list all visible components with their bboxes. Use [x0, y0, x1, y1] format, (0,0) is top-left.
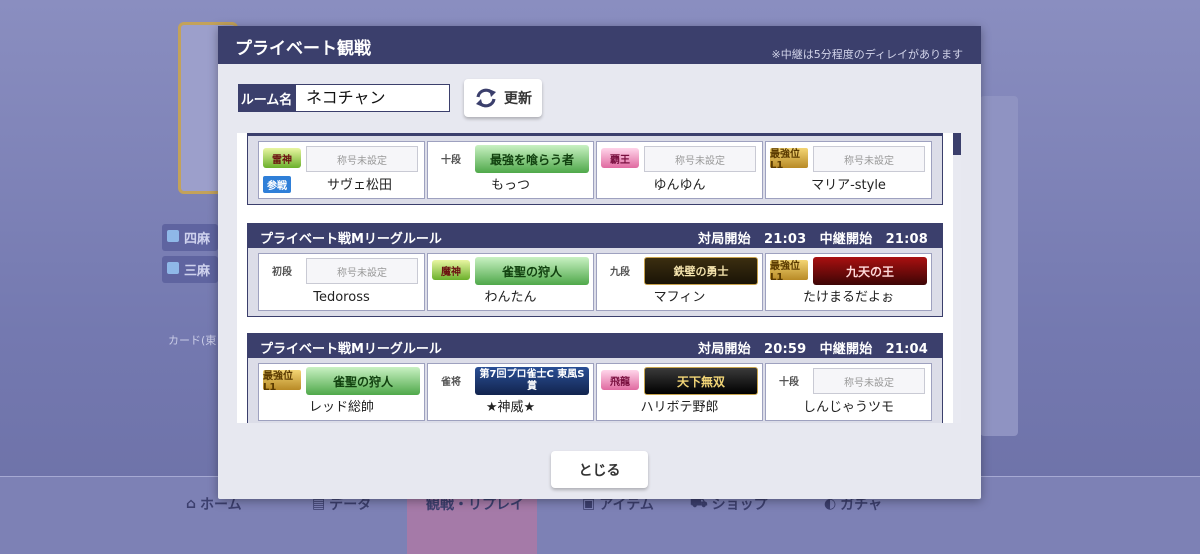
title-badge: 最強を喰らう者	[475, 145, 589, 173]
match-time: 対局開始 21:03 中継開始 21:08	[698, 232, 928, 247]
match-header: プライベート戦Mリーグルール 対局開始 20:59 中継開始 21:04	[248, 334, 942, 358]
player-slot: 雀将 第7回プロ雀士C 東風S賞 ★神威★	[427, 363, 594, 421]
player-slot: 最強位 L1 九天の王 たけまるだよぉ	[765, 253, 932, 311]
title-badge: 第7回プロ雀士C 東風S賞	[475, 367, 589, 395]
player-name: Tedoross	[313, 290, 370, 305]
match-list[interactable]: 雷神 称号未設定 参戦 サヴェ松田 十段 最強を喰らう者 もっつ 覇王 称号未設…	[237, 133, 961, 423]
title-badge: 雀聖の狩人	[306, 367, 420, 395]
title-badge: 天下無双	[644, 367, 758, 395]
player-slot: 覇王 称号未設定 ゆんゆん	[596, 141, 763, 199]
rank-badge: 最強位 L1	[770, 148, 808, 171]
background-right-panel	[980, 96, 1018, 436]
modal-header: プライベート観戦 ※中継は5分程度のディレイがあります	[218, 26, 981, 64]
participating-badge: 参戦	[263, 176, 291, 193]
player-name: わんたん	[484, 290, 537, 305]
room-name-label: ルーム名	[238, 84, 295, 112]
title-unset: 称号未設定	[644, 146, 756, 172]
rank-badge: 十段	[779, 376, 799, 388]
rank-badge: 雀将	[441, 376, 461, 388]
player-name: サヴェ松田	[326, 178, 392, 193]
close-button[interactable]: とじる	[551, 451, 648, 488]
rank-badge: 十段	[441, 154, 461, 166]
player-slot: 最強位 L1 称号未設定 マリア-style	[765, 141, 932, 199]
match-rule: プライベート戦Mリーグルール	[260, 232, 442, 247]
match-time: 対局開始 20:59 中継開始 21:04	[698, 342, 928, 357]
rank-badge: 最強位 L1	[770, 260, 808, 283]
refresh-button[interactable]: 更新	[464, 79, 542, 117]
player-name: マリア-style	[811, 178, 886, 193]
player-name: ★神威★	[485, 400, 536, 415]
room-name-input[interactable]: ネコチャン	[295, 84, 450, 112]
player-slot: 十段 称号未設定 しんじゃうツモ	[765, 363, 932, 421]
home-icon: ⌂	[186, 496, 197, 512]
player-slot: 飛龍 天下無双 ハリボテ野郎	[596, 363, 763, 421]
mode-sanma-pill: 三麻	[162, 256, 219, 283]
player-name: レッド総帥	[308, 400, 374, 415]
player-slot: 初段 称号未設定 Tedoross	[258, 253, 425, 311]
rank-badge: 九段	[610, 266, 630, 278]
player-row: 初段 称号未設定 Tedoross 魔神 雀聖の狩人 わんたん 九段 鉄壁の勇士…	[248, 248, 942, 316]
player-row: 雷神 称号未設定 参戦 サヴェ松田 十段 最強を喰らう者 もっつ 覇王 称号未設…	[248, 136, 942, 204]
private-spectate-modal: プライベート観戦 ※中継は5分程度のディレイがあります ルーム名 ネコチャン 更…	[218, 26, 981, 499]
rank-badge: 初段	[272, 266, 292, 278]
player-slot: 魔神 雀聖の狩人 わんたん	[427, 253, 594, 311]
player-name: マフィン	[653, 290, 706, 305]
player-slot: 九段 鉄壁の勇士 マフィン	[596, 253, 763, 311]
mode-yonma-pill: 四麻	[162, 224, 219, 251]
match-card[interactable]: プライベート戦Mリーグルール 対局開始 20:59 中継開始 21:04 最強位…	[247, 333, 943, 423]
title-unset: 称号未設定	[813, 146, 925, 172]
title-unset: 称号未設定	[306, 146, 418, 172]
match-card[interactable]: 雷神 称号未設定 参戦 サヴェ松田 十段 最強を喰らう者 もっつ 覇王 称号未設…	[247, 133, 943, 205]
match-rule: プライベート戦Mリーグルール	[260, 342, 442, 357]
rank-badge: 覇王	[601, 148, 639, 168]
rank-badge: 最強位 L1	[263, 370, 301, 393]
title-unset: 称号未設定	[306, 258, 418, 284]
player-row: 最強位 L1 雀聖の狩人 レッド総帥 雀将 第7回プロ雀士C 東風S賞 ★神威★…	[248, 358, 942, 423]
refresh-label: 更新	[504, 91, 532, 107]
match-card[interactable]: プライベート戦Mリーグルール 対局開始 21:03 中継開始 21:08 初段 …	[247, 223, 943, 317]
title-unset: 称号未設定	[813, 368, 925, 394]
player-name: ゆんゆん	[653, 178, 706, 193]
player-name: しんじゃうツモ	[802, 400, 894, 415]
title-badge: 雀聖の狩人	[475, 257, 589, 285]
modal-title: プライベート観戦	[235, 39, 371, 59]
card-label: カード(東	[168, 334, 217, 347]
scroll-thumb[interactable]	[953, 133, 961, 155]
rank-badge: 雷神	[263, 148, 301, 168]
player-name: もっつ	[490, 178, 530, 193]
refresh-icon	[476, 88, 496, 108]
title-badge: 九天の王	[813, 257, 927, 285]
delay-note: ※中継は5分程度のディレイがあります	[771, 48, 963, 61]
player-slot: 十段 最強を喰らう者 もっつ	[427, 141, 594, 199]
rank-badge: 飛龍	[601, 370, 639, 390]
player-slot: 最強位 L1 雀聖の狩人 レッド総帥	[258, 363, 425, 421]
player-name: たけまるだよぉ	[802, 290, 894, 305]
title-badge: 鉄壁の勇士	[644, 257, 758, 285]
match-header: プライベート戦Mリーグルール 対局開始 21:03 中継開始 21:08	[248, 224, 942, 248]
player-slot: 雷神 称号未設定 参戦 サヴェ松田	[258, 141, 425, 199]
player-name: ハリボテ野郎	[640, 400, 719, 415]
rank-badge: 魔神	[432, 260, 470, 280]
list-scrollbar[interactable]	[953, 133, 961, 423]
